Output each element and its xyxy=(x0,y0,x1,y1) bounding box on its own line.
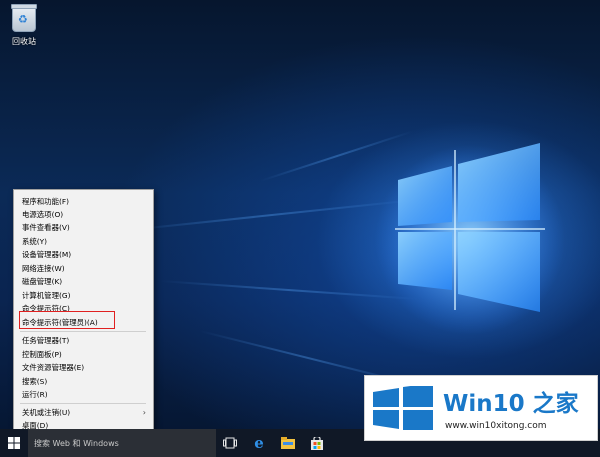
chevron-right-icon: › xyxy=(142,408,146,417)
menu-item-shutdown-signout[interactable]: 关机或注销(U) › xyxy=(22,406,150,419)
recycle-bin-icon: ♻ xyxy=(11,4,37,32)
windows-logo-icon xyxy=(373,386,433,430)
windows-start-icon xyxy=(8,437,20,449)
menu-item-control-panel[interactable]: 控制面板(P) xyxy=(22,348,150,361)
menu-item-computer-management[interactable]: 计算机管理(G) xyxy=(22,289,150,302)
file-explorer-icon[interactable] xyxy=(280,435,296,451)
watermark-url: www.win10xitong.com xyxy=(445,421,547,431)
menu-item-disk-management[interactable]: 磁盘管理(K) xyxy=(22,275,150,288)
task-view-icon[interactable] xyxy=(222,435,238,451)
menu-item-power-options[interactable]: 电源选项(O) xyxy=(22,208,150,221)
menu-separator xyxy=(20,403,146,404)
menu-item-event-viewer[interactable]: 事件查看器(V) xyxy=(22,221,150,234)
watermark-title-latin: Win10 xyxy=(443,391,525,417)
menu-item-programs-features[interactable]: 程序和功能(F) xyxy=(22,195,150,208)
edge-icon[interactable]: e xyxy=(251,434,267,452)
recycle-bin-label: 回收站 xyxy=(12,37,36,46)
menu-separator xyxy=(20,331,146,332)
menu-item-system[interactable]: 系统(Y) xyxy=(22,235,150,248)
menu-item-task-manager[interactable]: 任务管理器(T) xyxy=(22,334,150,347)
search-input[interactable]: 搜索 Web 和 Windows xyxy=(28,429,216,457)
start-button[interactable] xyxy=(0,429,28,457)
menu-item-search[interactable]: 搜索(S) xyxy=(22,375,150,388)
menu-item-network-connections[interactable]: 网络连接(W) xyxy=(22,262,150,275)
menu-item-shutdown-label: 关机或注销(U) xyxy=(22,408,71,417)
watermark-title: Win10 之家 xyxy=(443,384,579,418)
menu-item-device-manager[interactable]: 设备管理器(M) xyxy=(22,248,150,261)
watermark-title-chinese: 之家 xyxy=(532,391,579,417)
menu-item-run[interactable]: 运行(R) xyxy=(22,388,150,401)
highlight-annotation-box xyxy=(19,311,115,329)
win10-zhijia-watermark: Win10 之家 www.win10xitong.com xyxy=(364,375,598,441)
store-icon[interactable] xyxy=(309,435,325,451)
recycle-bin[interactable]: ♻ 回收站 xyxy=(6,4,42,47)
search-placeholder: 搜索 Web 和 Windows xyxy=(34,438,119,448)
menu-item-file-explorer[interactable]: 文件资源管理器(E) xyxy=(22,361,150,374)
